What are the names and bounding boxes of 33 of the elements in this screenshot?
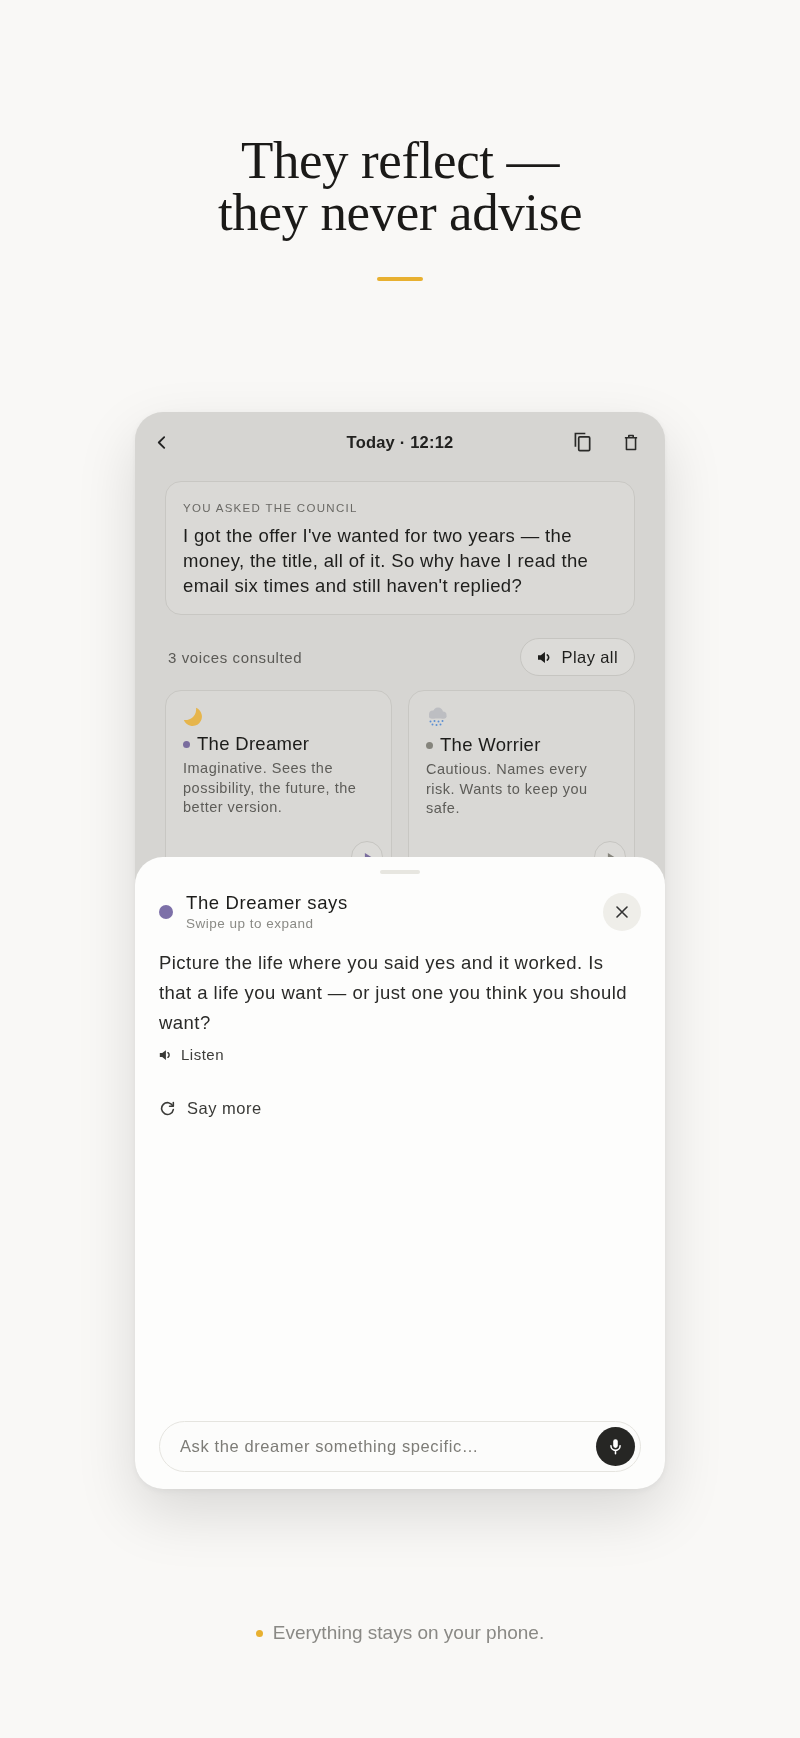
speaker-title: The Dreamer says xyxy=(186,893,348,913)
question-label: YOU ASKED THE COUNCIL xyxy=(183,501,359,515)
message-text: Picture the life where you said yes and it worked. Is that a life you want — or just one you think you should want? xyxy=(159,951,628,1035)
refresh-icon xyxy=(160,1100,175,1116)
microphone-icon xyxy=(610,1438,621,1455)
dot-icon xyxy=(255,1629,263,1637)
question-text: I got the offer I've wanted for two years — the money, the title, all of it. So why have I read the email six times and still haven't replied? xyxy=(183,524,590,598)
say-more-button[interactable]: Say more xyxy=(159,1098,262,1118)
listen-button[interactable]: Listen xyxy=(159,1046,225,1064)
footer-note: Everything stays on your phone. xyxy=(272,1622,545,1644)
screen-title: Today · 12:12 xyxy=(346,432,454,452)
trash-icon xyxy=(624,433,638,451)
ask-input-field[interactable]: Ask the dreamer something specific… xyxy=(159,1421,641,1472)
back-button[interactable] xyxy=(155,433,168,451)
moon-icon xyxy=(183,707,202,726)
rain-cloud-icon xyxy=(426,707,448,727)
speaker-icon xyxy=(159,1049,172,1061)
accent-line xyxy=(377,277,423,281)
close-icon xyxy=(616,906,628,918)
copy-icon xyxy=(574,432,591,452)
copy-button[interactable] xyxy=(572,430,593,454)
voice-description: Imaginative. Sees the possibility, the future, the better version. xyxy=(183,759,358,817)
voice-name: The Worrier xyxy=(440,734,541,756)
voices-count: 3 voices consulted xyxy=(167,648,303,666)
voice-card[interactable]: The Worrier Cautious. Names every risk. Wants to keep you safe. xyxy=(408,690,635,857)
play-all-button[interactable]: Play all xyxy=(519,638,635,676)
voice-name: The Dreamer xyxy=(197,733,310,755)
speaker-icon xyxy=(536,650,552,664)
chevron-left-icon xyxy=(157,435,166,449)
swipe-hint: Swipe up to expand xyxy=(186,916,315,931)
close-button[interactable] xyxy=(603,893,641,931)
voice-card[interactable]: The Dreamer Imaginative. Sees the possibility, the future, the better version. xyxy=(165,690,392,857)
voice-description: Cautious. Names every risk. Wants to keep you safe. xyxy=(426,760,589,818)
